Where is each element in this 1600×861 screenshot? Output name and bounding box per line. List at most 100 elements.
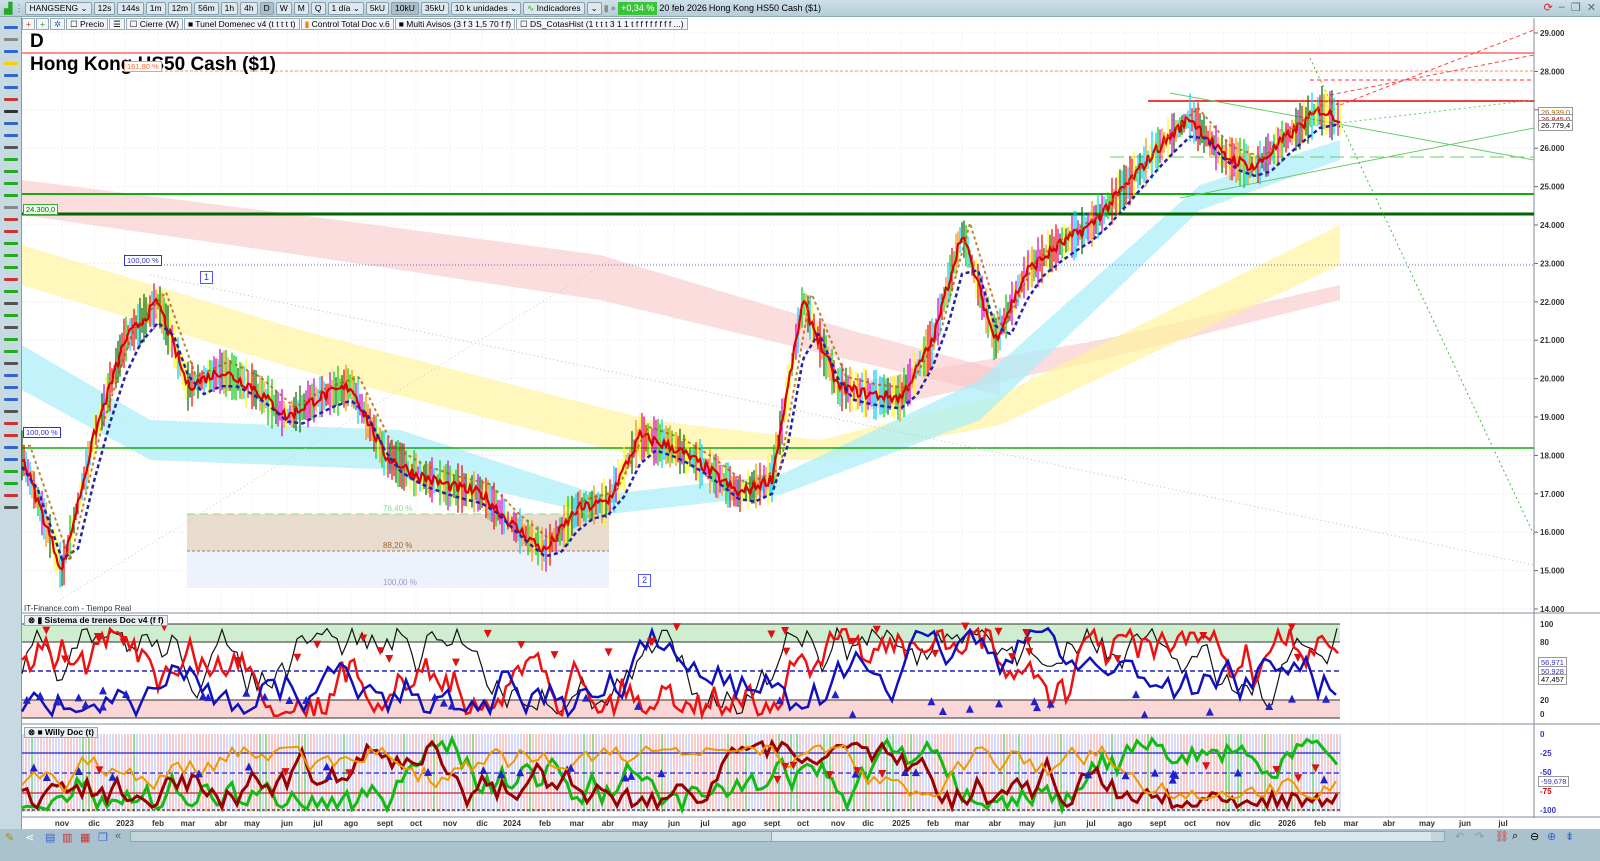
willy-stripe — [1108, 734, 1110, 812]
osc2-tick-label: -25 — [1540, 749, 1552, 758]
pencil-icon[interactable]: ✎ — [5, 831, 14, 844]
x-tick-label: sept — [764, 819, 781, 828]
willy-stripe — [1180, 734, 1182, 812]
x-tick-label: nov — [443, 819, 458, 828]
x-tick-label: abr — [989, 819, 1001, 828]
osc1-tick-label: 100 — [1540, 620, 1554, 629]
x-tick-label: nov — [1216, 819, 1231, 828]
y-tick-label: 23.000 — [1540, 259, 1565, 268]
x-tick-label: feb — [539, 819, 551, 828]
fib-100-label-top: 100,00 % — [124, 255, 162, 266]
sell-signal-icon — [1293, 653, 1302, 662]
add-green-icon[interactable]: + — [35, 18, 49, 30]
sell-signal-icon — [451, 658, 460, 667]
scrollbar-thumb[interactable] — [771, 832, 1431, 841]
willy-stripe — [1291, 734, 1293, 812]
fib-88-label: 88,20 % — [383, 541, 413, 550]
willy-stripe — [1075, 734, 1077, 812]
share-icon[interactable]: ⋖ — [25, 831, 34, 844]
indicator-tunel[interactable]: ■ Tunel Domenec v4 (t t t t t) — [183, 18, 300, 30]
osc1-value-3: 47,457 — [1538, 674, 1567, 685]
indicator-multi-avisos[interactable]: ■ Multi Avisos (3 f 3 1,5 70 f f) — [394, 18, 516, 30]
indicator-control-total[interactable]: ▮ Control Total Doc v.6 — [300, 18, 394, 30]
willy-stripe — [724, 734, 726, 812]
redo-icon[interactable]: ↷ — [1475, 830, 1484, 843]
data-source: IT-Finance.com - Tiempo Real — [24, 604, 132, 613]
x-tick-label: 2023 — [116, 819, 134, 828]
indicator-cotashist[interactable]: ☐ DS_CotasHist (1 t t t 3 1 1 t f f f f … — [516, 18, 688, 30]
osc2-tick-label: -100 — [1540, 806, 1557, 815]
osc2-tick-label: 0 — [1540, 730, 1545, 739]
y-tick-label: 18.000 — [1540, 451, 1565, 460]
willy-stripe — [1315, 734, 1317, 812]
settings-icon[interactable]: ✲ — [49, 18, 66, 30]
x-tick-label: oct — [797, 819, 809, 828]
fib-76-label: 76,40 % — [383, 504, 413, 513]
y-tick-label: 25.000 — [1540, 183, 1565, 192]
y-tick-label: 29.000 — [1540, 29, 1565, 38]
x-tick-label: may — [1019, 819, 1036, 828]
zoom-out-icon[interactable]: ⊖ — [1530, 830, 1539, 843]
y-tick-label: 17.000 — [1540, 490, 1565, 499]
osc1-label[interactable]: ⊗ ▮ Sistema de trenes Doc v4 (f f) — [24, 615, 168, 626]
x-tick-label: jul — [312, 819, 322, 828]
indicator-precio[interactable]: ☐ Precio — [66, 18, 109, 30]
willy-stripe — [556, 734, 558, 812]
willy-stripe — [931, 734, 933, 812]
osc1-tick-label: 0 — [1540, 710, 1545, 719]
indicator-cierre[interactable]: ☐ Cierre (W) — [125, 18, 183, 30]
windows-icon[interactable]: ❐ — [98, 831, 108, 844]
x-tick-label: oct — [410, 819, 422, 828]
x-tick-label: dic — [476, 819, 488, 828]
scale-icon[interactable]: ⇟ — [1565, 830, 1574, 843]
willy-stripe — [268, 734, 270, 812]
x-tick-label: jun — [667, 819, 680, 828]
sell-signal-icon — [385, 654, 394, 663]
x-tick-label: 2026 — [1278, 819, 1296, 828]
x-tick-label: jul — [1497, 819, 1507, 828]
y-tick-label: 24.000 — [1540, 221, 1565, 230]
willy-stripe — [523, 734, 525, 812]
x-tick-label: 2024 — [503, 819, 521, 828]
buy-signal-icon — [1132, 690, 1141, 699]
price-chart[interactable]: 29.00028.00027.00026.00025.00024.00023.0… — [0, 0, 1600, 861]
buy-signal-icon — [1322, 694, 1331, 703]
x-tick-label: mar — [181, 819, 196, 828]
horizontal-scrollbar[interactable] — [130, 831, 1445, 842]
willy-stripe — [691, 734, 693, 812]
x-tick-label: feb — [1314, 819, 1326, 828]
chat-icon[interactable]: ▤ — [45, 831, 55, 844]
zoom-fit-icon[interactable]: ⌕ — [1512, 830, 1518, 843]
y-tick-label: 15.000 — [1540, 567, 1565, 576]
x-tick-label: nov — [55, 819, 70, 828]
sell-signal-icon — [376, 647, 385, 656]
undo-icon[interactable]: ↶ — [1455, 830, 1464, 843]
osc2-label[interactable]: ⊗ ■ Willy Doc (t) — [24, 727, 99, 738]
x-tick-label: may — [632, 819, 649, 828]
fib-100-label-left: 100,00 % — [23, 427, 61, 438]
y-tick-label: 20.000 — [1540, 375, 1565, 384]
zoom-in-icon[interactable]: ⊕ — [1547, 830, 1556, 843]
x-tick-label: jun — [280, 819, 293, 828]
x-tick-label: may — [1419, 819, 1436, 828]
buy-signal-icon — [199, 691, 208, 700]
x-tick-label: sept — [1150, 819, 1167, 828]
x-tick-label: mar — [570, 819, 585, 828]
x-tick-label: mar — [1344, 819, 1359, 828]
x-tick-label: dic — [862, 819, 874, 828]
osc1-tick-label: 20 — [1540, 696, 1549, 705]
list-icon[interactable]: ☰ — [109, 18, 125, 30]
y-tick-label: 28.000 — [1540, 67, 1565, 76]
compare-icon[interactable]: ▦ — [80, 831, 90, 844]
add-indicator-icon[interactable]: + — [22, 18, 35, 30]
willy-stripe — [700, 734, 702, 812]
x-tick-label: oct — [1184, 819, 1196, 828]
link-icon[interactable]: ⛓ — [1495, 830, 1509, 843]
trend-line — [1179, 127, 1535, 199]
willy-stripe — [475, 734, 477, 812]
report-icon[interactable]: ▥ — [62, 831, 72, 844]
collapse-icon[interactable]: « — [115, 830, 121, 842]
willy-stripe — [1252, 734, 1254, 812]
willy-stripe — [715, 734, 717, 812]
x-tick-label: dic — [88, 819, 100, 828]
